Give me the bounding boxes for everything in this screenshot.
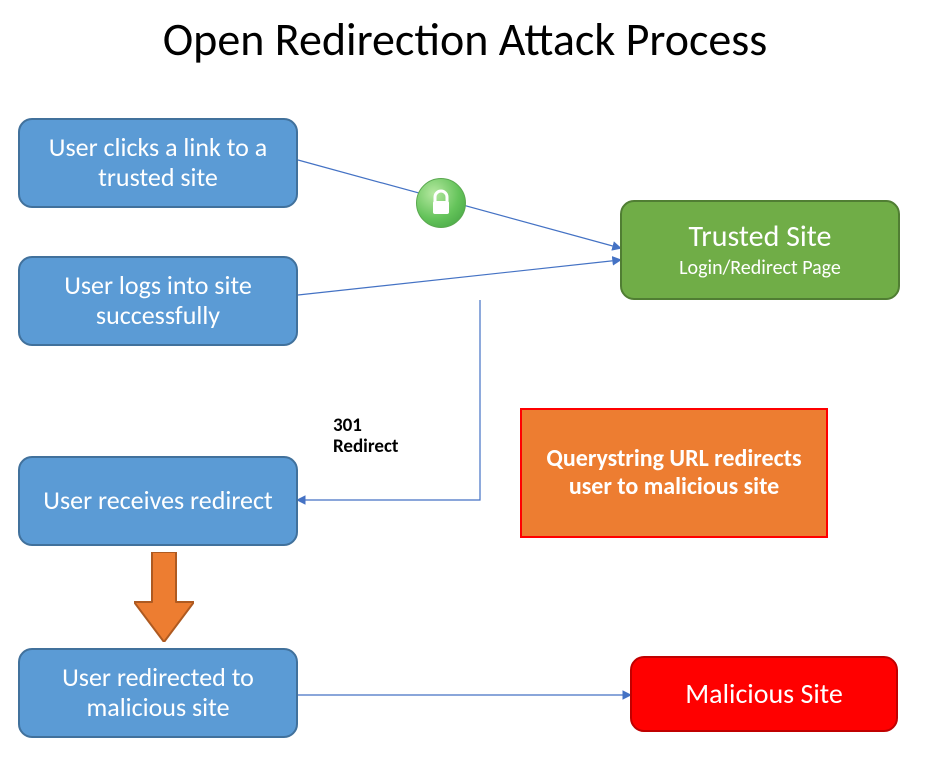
down-arrow-icon [134, 552, 194, 647]
trusted-site-box: Trusted Site Login/Redirect Page [620, 200, 900, 300]
step-3-box: User receives redirect [18, 456, 298, 546]
redirect-code-label: 301 Redirect [333, 416, 423, 458]
redirect-code-line1: 301 [333, 416, 423, 437]
lock-icon [416, 178, 466, 228]
step-4-label: User redirected to malicious site [30, 663, 286, 723]
trusted-site-title: Trusted Site [689, 220, 832, 255]
step-2-box: User logs into site successfully [18, 256, 298, 346]
step-3-label: User receives redirect [43, 486, 272, 516]
step-2-label: User logs into site successfully [30, 271, 286, 331]
querystring-label: Querystring URL redirects user to malici… [532, 445, 816, 500]
step-1-label: User clicks a link to a trusted site [30, 133, 286, 193]
diagram-stage: Open Redirection Attack Process User cli… [0, 0, 930, 761]
diagram-title: Open Redirection Attack Process [0, 12, 930, 68]
step-4-box: User redirected to malicious site [18, 648, 298, 738]
redirect-code-line2: Redirect [333, 437, 423, 458]
trusted-site-subtitle: Login/Redirect Page [679, 257, 841, 280]
malicious-site-box: Malicious Site [630, 656, 898, 732]
step-1-box: User clicks a link to a trusted site [18, 118, 298, 208]
querystring-box: Querystring URL redirects user to malici… [520, 408, 828, 538]
malicious-site-label: Malicious Site [685, 678, 843, 710]
